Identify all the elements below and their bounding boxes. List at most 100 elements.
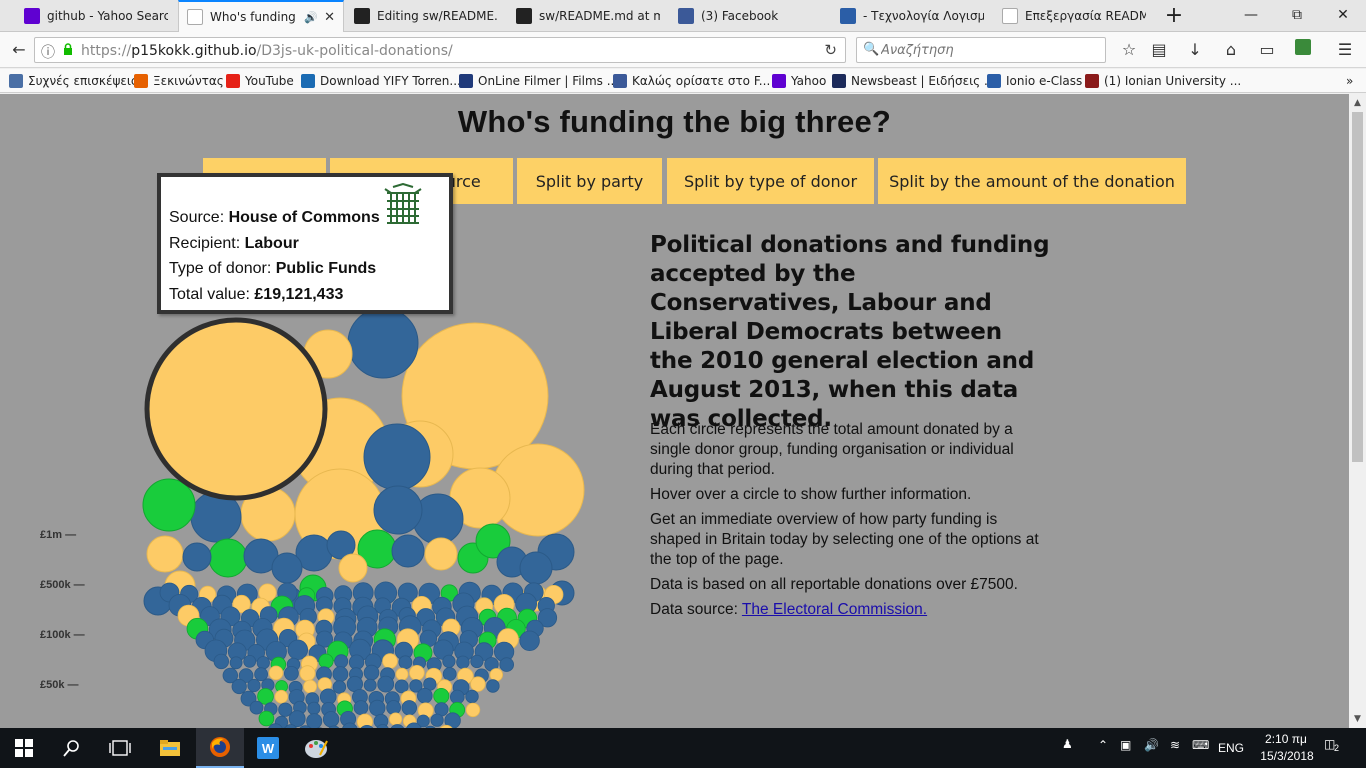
donation-bubble[interactable]: [268, 665, 284, 681]
donation-bubble[interactable]: [386, 700, 402, 715]
donation-bubble[interactable]: [278, 702, 293, 717]
bookmark-item[interactable]: Συχνές επισκέψεις: [9, 72, 138, 90]
bookmark-item[interactable]: Ionio e-Class: [987, 72, 1082, 90]
speaker-icon[interactable]: 🔊: [304, 11, 318, 24]
browser-tab[interactable]: Editing sw/README.md: [346, 2, 506, 30]
donation-bubble[interactable]: [303, 679, 318, 694]
scroll-up-icon[interactable]: ▲: [1349, 98, 1366, 108]
donation-bubble[interactable]: [338, 553, 368, 583]
donation-bubble[interactable]: [401, 700, 418, 716]
donation-bubble[interactable]: [416, 687, 433, 704]
donation-bubble[interactable]: [271, 552, 303, 584]
donation-bubble[interactable]: [142, 478, 196, 532]
donation-bubble[interactable]: [247, 678, 261, 693]
donation-bubble[interactable]: [334, 654, 349, 669]
donation-bubble[interactable]: [182, 542, 212, 572]
donation-bubble[interactable]: [489, 668, 504, 682]
clock-date[interactable]: 15/3/2018: [1254, 749, 1320, 763]
donation-bubble[interactable]: [347, 307, 419, 379]
bookmark-item[interactable]: YouTube: [226, 72, 294, 90]
search-box[interactable]: 🔍: [856, 37, 1106, 63]
donation-bubble[interactable]: [470, 654, 484, 669]
scrollbar-thumb[interactable]: [1352, 112, 1363, 462]
bookmark-item[interactable]: (1) Ionian University ...: [1085, 72, 1241, 90]
donation-bubble[interactable]: [486, 679, 500, 693]
donation-bubble[interactable]: [363, 664, 380, 681]
browser-tab[interactable]: Επεξεργασία README.md: [994, 2, 1154, 30]
donation-bubble[interactable]: [283, 666, 299, 681]
donation-bubble[interactable]: [424, 537, 458, 571]
donation-bubble[interactable]: [229, 656, 243, 670]
bookmark-item[interactable]: Ξεκινώντας: [134, 72, 224, 90]
close-window-button[interactable]: ✕: [1320, 4, 1366, 26]
url-bar[interactable]: ⓘ https://p15kokk.github.io/D3js-uk-poli…: [34, 37, 846, 63]
search-input[interactable]: [881, 41, 1091, 59]
extension-icon[interactable]: [1290, 38, 1316, 62]
donation-bubble[interactable]: [442, 654, 456, 668]
split-by-donor-type-button[interactable]: Split by type of donor: [667, 158, 874, 204]
donation-bubble[interactable]: [433, 688, 450, 705]
home-icon[interactable]: ⌂: [1218, 38, 1244, 62]
donation-bubble[interactable]: [306, 713, 323, 728]
minimize-button[interactable]: —: [1228, 4, 1274, 26]
sidebar-icon[interactable]: ▭: [1254, 38, 1280, 62]
donation-bubble[interactable]: [322, 711, 340, 728]
donation-bubble[interactable]: [348, 654, 365, 670]
donation-bubble[interactable]: [208, 538, 248, 578]
firefox-taskbar-icon[interactable]: [196, 728, 244, 768]
donation-bubble[interactable]: [254, 667, 269, 682]
reading-list-icon[interactable]: ▤: [1146, 38, 1172, 62]
donation-bubble[interactable]: [258, 710, 275, 727]
download-icon[interactable]: ↓: [1182, 38, 1208, 62]
bookmark-item[interactable]: Yahoo: [772, 72, 826, 90]
clock-time[interactable]: 2:10 πμ: [1260, 732, 1312, 746]
donation-bubble[interactable]: [213, 653, 230, 670]
split-by-amount-button[interactable]: Split by the amount of the donation: [878, 158, 1186, 204]
browser-tab[interactable]: - Τεχνολογία Λογισμικ: [832, 2, 992, 30]
donation-bubble[interactable]: [274, 689, 289, 704]
donation-bubble[interactable]: [470, 676, 486, 692]
file-explorer-icon[interactable]: [146, 728, 194, 768]
new-tab-button[interactable]: +: [1160, 4, 1188, 28]
donation-bubble[interactable]: [363, 678, 377, 692]
browser-tab[interactable]: github - Yahoo Search: [16, 2, 176, 30]
donation-bubble[interactable]: [456, 655, 470, 670]
donation-bubble[interactable]: [373, 485, 423, 535]
donation-bubble[interactable]: [519, 551, 553, 585]
donation-bubble[interactable]: [377, 675, 395, 693]
maximize-button[interactable]: ⧉: [1274, 4, 1320, 26]
donation-bubble[interactable]: [391, 534, 425, 568]
keyboard-icon[interactable]: ⌨: [1192, 738, 1209, 752]
donation-bubble[interactable]: [332, 680, 347, 694]
donation-bubble[interactable]: [499, 657, 515, 672]
language-indicator[interactable]: ENG: [1218, 741, 1244, 755]
donation-bubble[interactable]: [430, 713, 444, 727]
donation-bubble[interactable]: [465, 689, 479, 704]
word-app-icon[interactable]: W: [244, 728, 292, 768]
donation-bubble[interactable]: [353, 700, 369, 715]
donation-bubble[interactable]: [442, 667, 457, 681]
donation-bubble[interactable]: [287, 639, 309, 661]
bookmark-item[interactable]: Καλώς ορίσατε στο F...: [613, 72, 770, 90]
donation-bubble[interactable]: [465, 702, 481, 718]
donation-bubble[interactable]: [519, 630, 540, 652]
volume-icon[interactable]: 🔊: [1144, 738, 1159, 752]
back-button[interactable]: ←: [6, 38, 32, 62]
url-text[interactable]: https://p15kokk.github.io/D3js-uk-politi…: [81, 43, 453, 59]
info-icon[interactable]: ⓘ: [41, 42, 55, 62]
donation-bubble[interactable]: [409, 664, 425, 681]
donation-bubble[interactable]: [369, 699, 386, 717]
scroll-down-icon[interactable]: ▼: [1349, 714, 1366, 724]
windows-start-icon[interactable]: [0, 728, 48, 768]
donation-bubble[interactable]: [299, 665, 316, 682]
battery-icon[interactable]: ▣: [1120, 738, 1131, 752]
bookmark-item[interactable]: OnLine Filmer | Films ...: [459, 72, 618, 90]
task-view-icon[interactable]: [96, 728, 144, 768]
donation-bubble[interactable]: [146, 535, 184, 573]
browser-tab[interactable]: (3) Facebook: [670, 2, 830, 30]
wifi-icon[interactable]: ≋: [1170, 738, 1180, 752]
donation-bubble[interactable]: [363, 423, 431, 491]
tray-overflow-icon[interactable]: ⌃: [1098, 738, 1108, 752]
electoral-commission-link[interactable]: The Electoral Commission.: [742, 601, 927, 618]
search-icon[interactable]: [48, 728, 96, 768]
